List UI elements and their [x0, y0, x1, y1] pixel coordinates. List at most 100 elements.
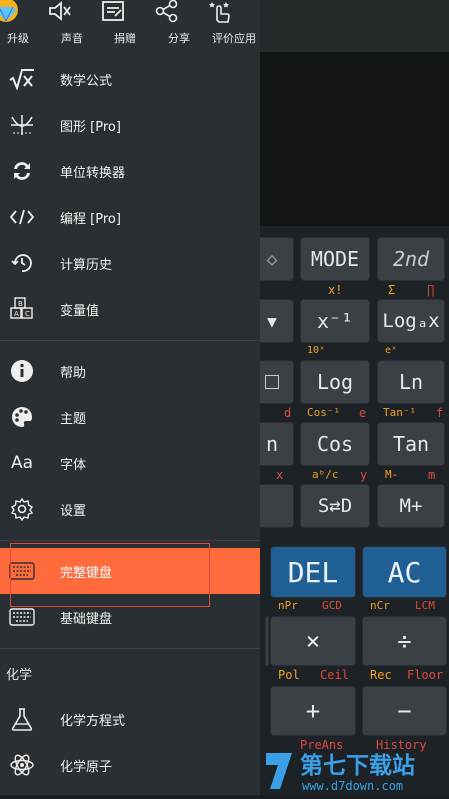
label-m: m — [428, 468, 436, 482]
svg-text:A: A — [14, 310, 19, 318]
menu-item-label: 图形 [Pro] — [60, 119, 121, 135]
tan-key[interactable]: Tan — [377, 422, 445, 466]
log-key[interactable]: Log — [300, 360, 370, 404]
watermark-logo-icon: 第七下载站 www.d7down.com — [266, 752, 415, 793]
label-x: x — [276, 468, 284, 482]
label-rec: Rec — [370, 668, 392, 682]
multiply-key[interactable]: × — [270, 616, 356, 666]
menu-item-graph[interactable]: 图形 [Pro] — [0, 102, 260, 148]
palette-icon — [4, 403, 40, 431]
label-m-minus: M- — [385, 468, 399, 481]
menu-item-label: 帮助 — [60, 365, 87, 381]
mode-key[interactable]: MODE — [300, 237, 370, 281]
section-header-chemistry: 化学 — [6, 668, 33, 683]
triangle-down-icon: ▼ — [267, 311, 277, 331]
menu-item-label: 字体 — [60, 457, 87, 473]
menu-item-variables[interactable]: ACB 变量值 — [0, 286, 260, 332]
s-d-key[interactable]: S⇄D — [300, 484, 370, 528]
upgrade-label: 升级 — [7, 32, 29, 45]
rate-app-label: 评价应用 — [212, 32, 256, 45]
delete-key[interactable]: DEL — [270, 546, 356, 598]
label-fraction: aᵇ/c — [312, 468, 339, 481]
donate-button[interactable]: 捐赠 — [99, 0, 151, 52]
divide-key[interactable]: ÷ — [362, 616, 447, 666]
font-icon: Aa — [10, 453, 34, 473]
label-y: y — [360, 468, 368, 482]
menu-item-theme[interactable]: 主题 — [0, 394, 260, 440]
m-plus-key[interactable]: M+ — [377, 484, 445, 528]
label-tan-inverse: Tan⁻¹ — [383, 406, 417, 419]
convert-icon — [4, 157, 40, 185]
rate-app-icon — [209, 2, 230, 23]
key-edge — [265, 616, 269, 666]
menu-item-label: 计算历史 — [60, 257, 113, 273]
share-button[interactable]: 分享 — [153, 0, 205, 52]
menu-item-chemical-equation[interactable]: 化学方程式 — [0, 696, 260, 742]
upgrade-button[interactable]: 升级 — [0, 0, 44, 52]
sqrt-icon — [4, 65, 40, 93]
menu-item-label: 化学方程式 — [60, 713, 126, 729]
gear-icon — [4, 495, 40, 523]
label-x-factorial: x! — [328, 283, 343, 297]
minus-key[interactable]: − — [362, 686, 447, 736]
label-floor: Floor — [407, 668, 444, 682]
menu-item-math-formula[interactable]: 数学公式 — [0, 56, 260, 102]
square-icon — [265, 375, 279, 389]
graph-icon — [4, 111, 40, 139]
atom-icon — [4, 751, 40, 779]
watermark: 第七下载站 www.d7down.com — [262, 745, 449, 795]
svg-text:www.d7down.com: www.d7down.com — [302, 779, 403, 793]
log-a-key[interactable]: Logₐx — [377, 299, 445, 343]
gem-icon — [0, 0, 18, 23]
inverse-key[interactable]: x⁻¹ — [300, 299, 370, 343]
label-ceil: Ceil — [320, 668, 349, 682]
highlight-annotation-box — [10, 543, 210, 607]
label-f: f — [436, 406, 444, 420]
menu-item-label: 数学公式 — [60, 73, 113, 89]
divider — [0, 540, 260, 541]
menu-item-label: 设置 — [60, 503, 87, 519]
second-key[interactable]: 2nd — [377, 237, 445, 281]
variable-blocks-icon: ACB — [4, 295, 40, 323]
divider — [0, 340, 260, 341]
svg-text:第七下载站: 第七下载站 — [300, 752, 415, 779]
svg-text:B: B — [18, 300, 23, 308]
label-e: e — [359, 406, 367, 420]
drawer-top-actions: 升级 声音 捐赠 分享 评价应用 — [0, 0, 260, 52]
label-ncr: nCr — [370, 599, 390, 612]
label-cos-inverse: Cos⁻¹ — [307, 406, 341, 419]
menu-item-settings[interactable]: 设置 — [0, 486, 260, 532]
history-icon — [4, 249, 40, 277]
flask-icon — [4, 705, 40, 733]
plus-key[interactable]: + — [270, 686, 356, 736]
share-label: 分享 — [168, 32, 190, 45]
menu-item-unit-converter[interactable]: 单位转换器 — [0, 148, 260, 194]
keyboard-icon — [4, 603, 40, 631]
menu-item-help[interactable]: 帮助 — [0, 348, 260, 394]
label-pol: Pol — [278, 668, 300, 682]
label-gcd: GCD — [322, 599, 342, 612]
divider — [0, 648, 260, 649]
label-d: d — [284, 406, 292, 420]
share-icon — [155, 0, 178, 23]
all-clear-key[interactable]: AC — [362, 546, 447, 598]
sound-button[interactable]: 声音 — [46, 0, 98, 52]
navigation-drawer: 升级 声音 捐赠 分享 评价应用 数学公式 图形 [Pro] 单位转换器 编程 … — [0, 0, 260, 795]
menu-item-label: 变量值 — [60, 303, 100, 319]
menu-item-font[interactable]: Aa 字体 — [0, 440, 260, 486]
label-lcm: LCM — [415, 599, 435, 612]
cos-key[interactable]: Cos — [300, 422, 370, 466]
label-e-power: eˣ — [385, 345, 398, 356]
label-product: ∏ — [427, 283, 435, 297]
calculator-status-bar — [260, 0, 449, 52]
menu-item-history[interactable]: 计算历史 — [0, 240, 260, 286]
menu-item-chemical-atom[interactable]: 化学原子 — [0, 742, 260, 788]
menu-item-label: 单位转换器 — [60, 165, 126, 181]
code-icon — [4, 203, 40, 231]
speaker-mute-icon — [49, 1, 71, 21]
ln-key[interactable]: Ln — [377, 360, 445, 404]
menu-item-label: 主题 — [60, 411, 87, 427]
rate-app-button[interactable]: 评价应用 — [206, 0, 262, 52]
menu-item-programming[interactable]: 编程 [Pro] — [0, 194, 260, 240]
donate-icon — [102, 1, 124, 21]
